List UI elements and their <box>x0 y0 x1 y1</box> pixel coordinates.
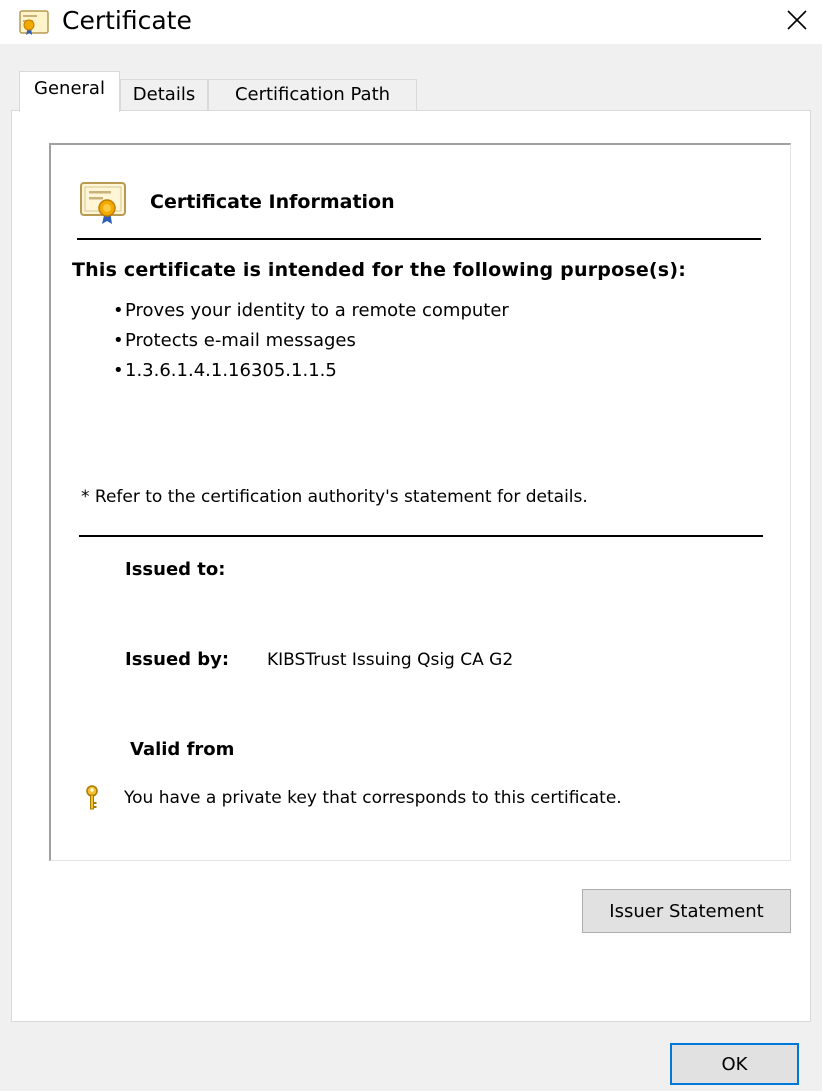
close-button[interactable] <box>772 0 822 44</box>
issuer-statement-button[interactable]: Issuer Statement <box>582 889 791 933</box>
key-icon <box>84 785 100 811</box>
valid-from-label: Valid from <box>130 739 235 760</box>
title-bar: Certificate <box>0 0 822 44</box>
divider <box>77 238 761 240</box>
private-key-note: You have a private key that corresponds … <box>124 788 622 808</box>
purpose-item: Protects e-mail messages <box>113 326 509 356</box>
certificate-icon <box>19 10 49 36</box>
purpose-item: 1.3.6.1.4.1.16305.1.1.5 <box>113 356 509 386</box>
issued-to-label: Issued to: <box>125 559 226 580</box>
tab-certification-path[interactable]: Certification Path <box>208 79 417 111</box>
window-title: Certificate <box>62 6 192 35</box>
refer-note: * Refer to the certification authority's… <box>81 487 588 507</box>
tab-details[interactable]: Details <box>120 79 208 111</box>
ok-button[interactable]: OK <box>670 1043 799 1085</box>
close-icon <box>786 9 808 35</box>
divider <box>79 535 763 537</box>
issued-by-value: KIBSTrust Issuing Qsig CA G2 <box>267 650 514 670</box>
certificate-info-box: Certificate Information This certificate… <box>49 143 791 861</box>
purpose-heading: This certificate is intended for the fol… <box>72 259 686 281</box>
general-tab-panel: Certificate Information This certificate… <box>11 110 811 1022</box>
tab-general[interactable]: General <box>19 71 120 112</box>
certificate-info-heading: Certificate Information <box>150 191 395 213</box>
purpose-item: Proves your identity to a remote compute… <box>113 296 509 326</box>
purpose-list: Proves your identity to a remote compute… <box>113 296 509 386</box>
issued-by-label: Issued by: <box>125 649 230 670</box>
certificate-icon <box>79 177 127 225</box>
